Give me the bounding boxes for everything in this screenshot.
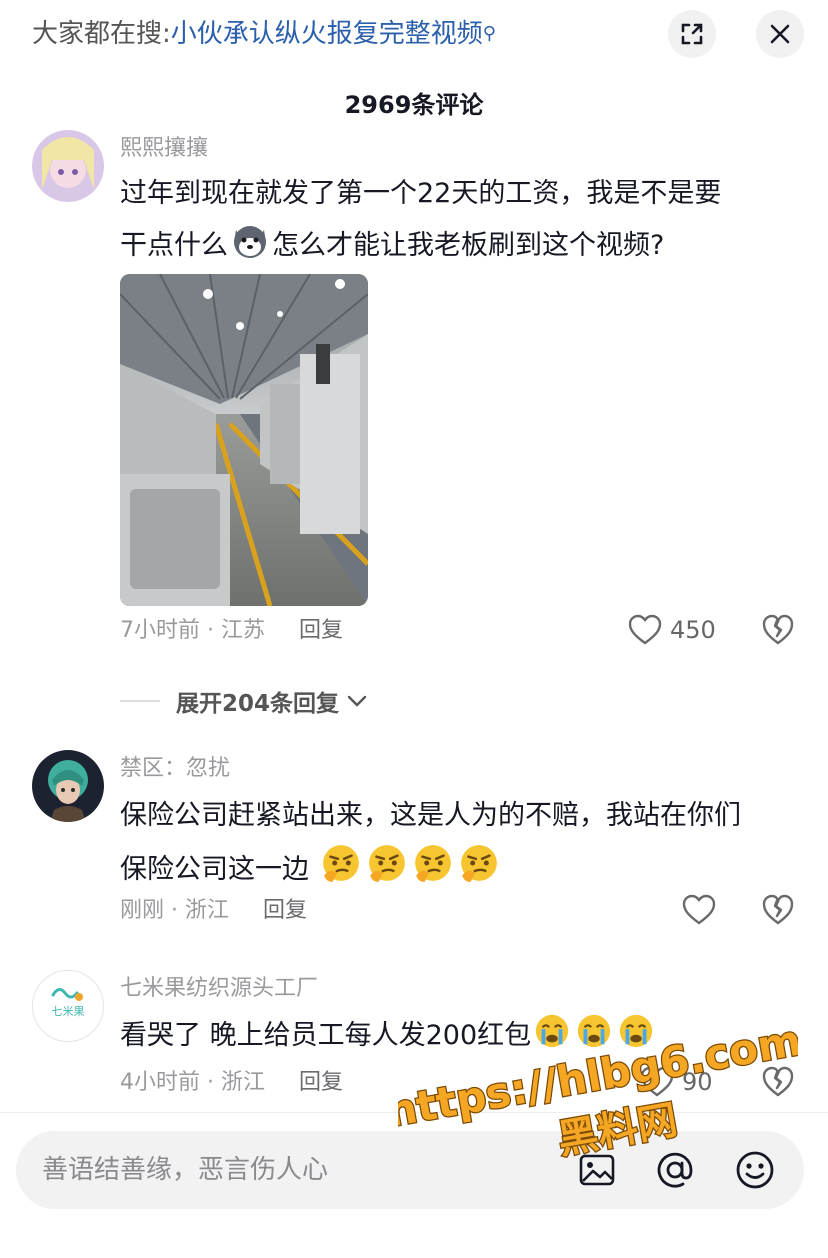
heart-icon <box>682 894 716 925</box>
chevron-down-icon <box>347 695 367 707</box>
top-bar: 大家都在搜:小伙承认纵火报复完整视频⚲ <box>0 0 828 70</box>
thinking-emoji-icon <box>460 845 497 882</box>
comment-meta: 4小时前 · 浙江 回复 <box>120 1068 343 1098</box>
reply-button[interactable]: 回复 <box>263 898 307 923</box>
avatar[interactable]: 七米果 <box>32 970 104 1042</box>
comment-time-location: 刚刚 · 浙江 <box>120 898 229 923</box>
comment-meta: 7小时前 · 江苏 回复 <box>120 616 343 646</box>
reply-button[interactable]: 回复 <box>299 1070 343 1095</box>
heart-icon <box>628 614 662 645</box>
comment-text-line: 干点什么 怎么才能让我老板刷到这个视频? <box>120 220 800 272</box>
husky-emoji-icon <box>234 226 266 258</box>
thinking-emoji-icon <box>368 845 405 882</box>
comment-username[interactable]: 七米果纺织源头工厂 <box>120 974 318 1004</box>
thinking-emoji-icon <box>414 845 451 882</box>
like-button[interactable]: 450 <box>628 614 716 646</box>
collapse-button[interactable] <box>668 10 716 58</box>
avatar-brand-text: 七米果 <box>52 1005 85 1018</box>
broken-heart-icon <box>762 894 794 925</box>
like-button[interactable] <box>682 894 724 926</box>
expand-replies-label: 展开204条回复 <box>176 691 340 717</box>
collapse-icon <box>681 23 703 45</box>
divider <box>120 700 160 702</box>
comment-count-title: 2969条评论 <box>344 91 484 119</box>
trending-search-link[interactable]: 大家都在搜:小伙承认纵火报复完整视频⚲ <box>32 16 496 52</box>
comment-text-line: 保险公司赶紧站出来，这是人为的不赔，我站在你们 <box>120 800 741 831</box>
comment-username[interactable]: 熙熙攘攘 <box>120 134 208 164</box>
comment-username[interactable]: 禁区：忽扰 <box>120 754 230 784</box>
comment-image[interactable] <box>120 274 368 606</box>
comment-meta: 刚刚 · 浙江 回复 <box>120 896 307 926</box>
comment-text-line: 过年到现在就发了第一个22天的工资，我是不是要 <box>120 178 722 209</box>
search-icon: ⚲ <box>482 23 496 44</box>
comment-text: 保险公司赶紧站出来，这是人为的不赔，我站在你们 保险公司这一边 <box>120 790 810 896</box>
broken-heart-icon <box>762 614 794 645</box>
dislike-button[interactable] <box>762 894 794 930</box>
watermark-name: 黑料网 <box>555 1097 681 1158</box>
thinking-emoji-icon <box>322 845 359 882</box>
comment-time-location: 4小时前 · 浙江 <box>120 1070 265 1095</box>
dislike-button[interactable] <box>762 614 794 650</box>
trending-search-query[interactable]: 小伙承认纵火报复完整视频 <box>171 19 483 49</box>
reply-button[interactable]: 回复 <box>299 618 343 643</box>
comment-input-placeholder: 善语结善缘，恶言伤人心 <box>42 1155 329 1185</box>
close-button[interactable] <box>756 10 804 58</box>
watermark: https://hlbg6.com 黑料网 <box>398 1018 798 1158</box>
close-icon <box>770 24 790 44</box>
trending-search-prefix: 大家都在搜: <box>32 19 171 49</box>
comment-text-line: 保险公司这一边 <box>120 842 810 896</box>
avatar[interactable] <box>32 130 104 202</box>
avatar[interactable] <box>32 750 104 822</box>
expand-replies-button[interactable]: 展开204条回复 <box>120 684 369 718</box>
comment-time-location: 7小时前 · 江苏 <box>120 618 265 643</box>
comment-text: 过年到现在就发了第一个22天的工资，我是不是要 干点什么 怎么才能让我老板刷到这… <box>120 168 800 272</box>
like-count: 450 <box>670 616 716 644</box>
